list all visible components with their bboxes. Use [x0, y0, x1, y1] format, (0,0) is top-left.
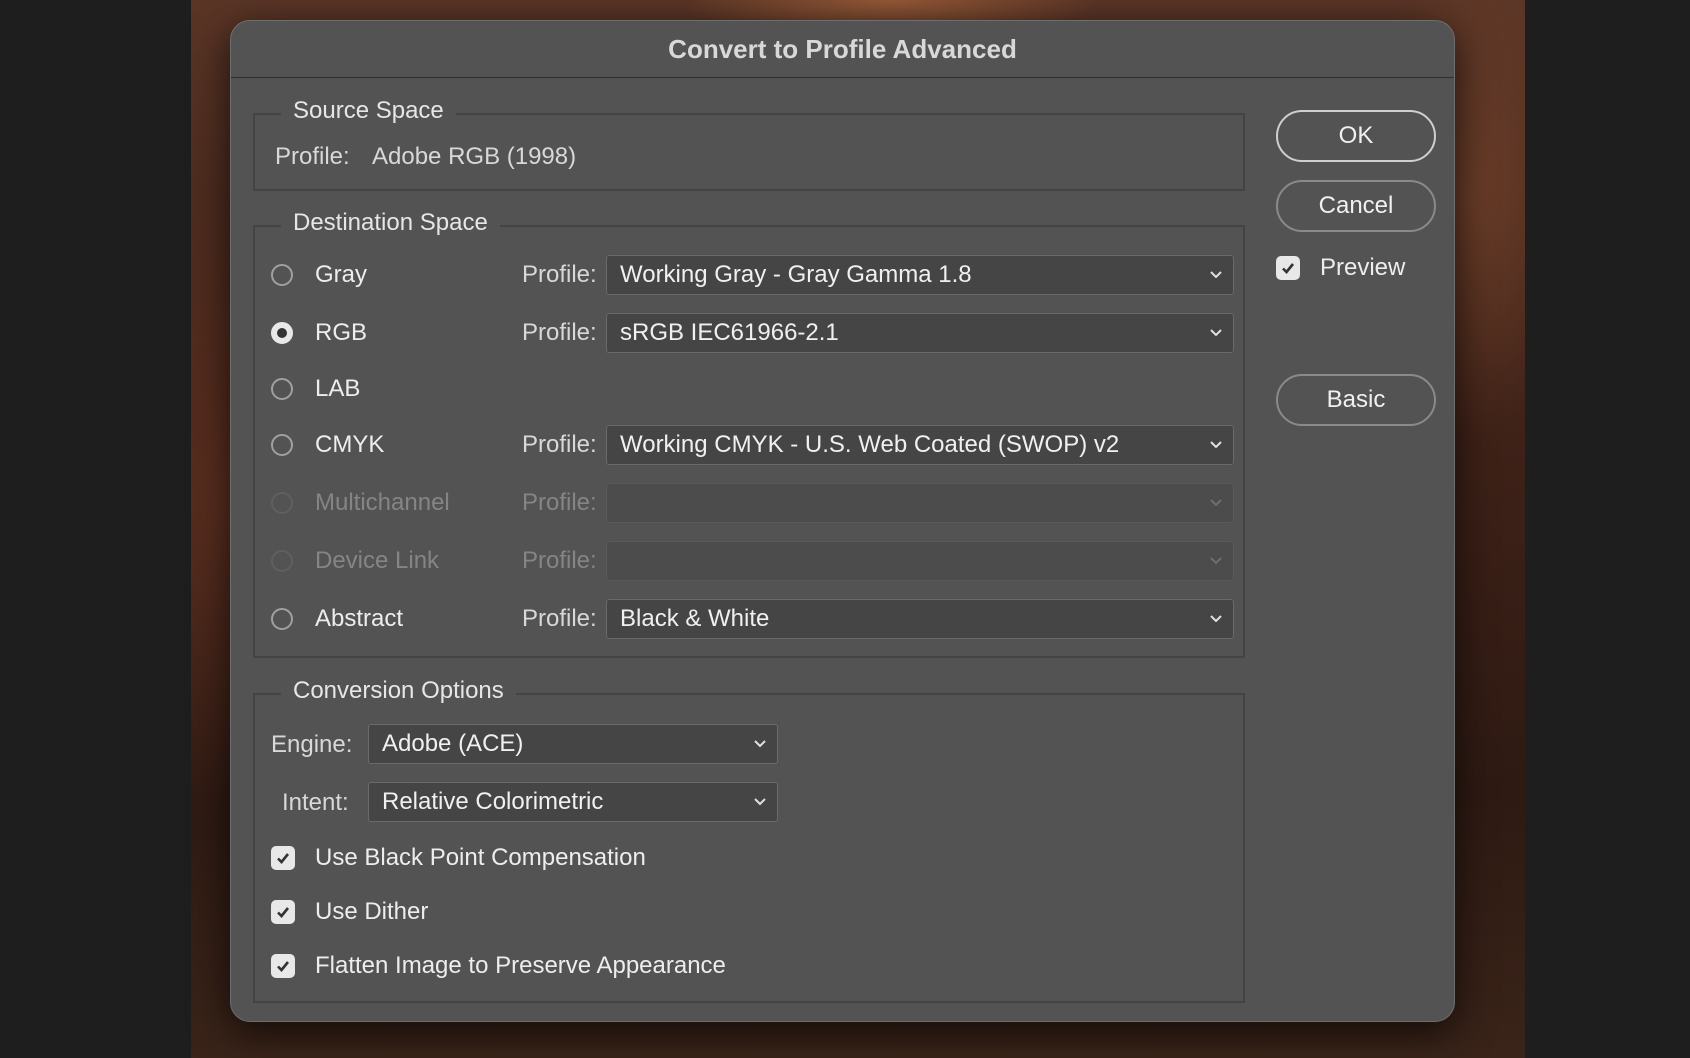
flatten-image-label: Flatten Image to Preserve Appearance	[315, 952, 726, 979]
chevron-down-icon	[1210, 557, 1222, 565]
black-point-compensation-label: Use Black Point Compensation	[315, 844, 646, 871]
abstract-profile-select[interactable]: Black & White	[606, 599, 1234, 639]
convert-to-profile-dialog: Convert to Profile Advanced Source Space…	[230, 20, 1455, 1022]
gray-profile-label: Profile:	[522, 261, 597, 288]
lab-radio[interactable]	[271, 378, 293, 400]
cancel-button[interactable]: Cancel	[1276, 180, 1436, 232]
black-point-compensation-checkbox[interactable]	[271, 846, 295, 870]
device-link-radio	[271, 550, 293, 572]
flatten-image-option: Flatten Image to Preserve Appearance	[271, 945, 726, 987]
basic-button[interactable]: Basic	[1276, 374, 1436, 426]
abstract-label: Abstract	[315, 605, 404, 632]
chevron-down-icon	[754, 798, 766, 806]
intent-value: Relative Colorimetric	[382, 788, 604, 815]
dest-row-cmyk: CMYK Profile: Working CMYK - U.S. Web Co…	[271, 424, 1234, 466]
gray-profile-select[interactable]: Working Gray - Gray Gamma 1.8	[606, 255, 1234, 295]
abstract-profile-label: Profile:	[522, 605, 597, 632]
source-profile-label: Profile:	[275, 143, 350, 170]
device-link-label: Device Link	[315, 547, 440, 574]
dest-row-lab: LAB	[271, 368, 360, 410]
rgb-profile-label: Profile:	[522, 319, 597, 346]
destination-space-title: Destination Space	[281, 209, 500, 237]
intent-select[interactable]: Relative Colorimetric	[368, 782, 778, 822]
dest-row-multichannel: Multichannel Profile:	[271, 482, 1234, 524]
rgb-label: RGB	[315, 319, 368, 346]
dest-row-gray: Gray Profile: Working Gray - Gray Gamma …	[271, 254, 1234, 296]
black-point-compensation-option: Use Black Point Compensation	[271, 837, 646, 879]
rgb-radio[interactable]	[271, 322, 293, 344]
checkmark-icon	[277, 961, 290, 972]
device-link-profile-label: Profile:	[522, 547, 597, 574]
checkmark-icon	[277, 907, 290, 918]
engine-select[interactable]: Adobe (ACE)	[368, 724, 778, 764]
checkmark-icon	[1282, 263, 1295, 274]
intent-label: Intent:	[282, 789, 349, 816]
abstract-radio[interactable]	[271, 608, 293, 630]
source-space-group: Source Space Profile: Adobe RGB (1998)	[253, 97, 1245, 191]
gray-radio[interactable]	[271, 264, 293, 286]
preview-option: Preview	[1276, 254, 1406, 281]
chevron-down-icon	[1210, 615, 1222, 623]
checkmark-icon	[277, 853, 290, 864]
multichannel-label: Multichannel	[315, 489, 450, 516]
dialog-title: Convert to Profile Advanced	[231, 21, 1454, 78]
cmyk-profile-value: Working CMYK - U.S. Web Coated (SWOP) v2	[620, 431, 1120, 458]
dest-row-abstract: Abstract Profile: Black & White	[271, 598, 1234, 640]
chevron-down-icon	[1210, 499, 1222, 507]
multichannel-radio	[271, 492, 293, 514]
cmyk-profile-select[interactable]: Working CMYK - U.S. Web Coated (SWOP) v2	[606, 425, 1234, 465]
conversion-options-title: Conversion Options	[281, 677, 516, 705]
multichannel-profile-select	[606, 483, 1234, 523]
engine-value: Adobe (ACE)	[382, 730, 524, 757]
source-profile-value: Adobe RGB (1998)	[372, 143, 577, 170]
dest-row-device-link: Device Link Profile:	[271, 540, 1234, 582]
cmyk-profile-label: Profile:	[522, 431, 597, 458]
chevron-down-icon	[754, 740, 766, 748]
dest-row-rgb: RGB Profile: sRGB IEC61966-2.1	[271, 312, 1234, 354]
rgb-profile-select[interactable]: sRGB IEC61966-2.1	[606, 313, 1234, 353]
lab-label: LAB	[315, 375, 361, 402]
chevron-down-icon	[1210, 329, 1222, 337]
use-dither-label: Use Dither	[315, 898, 429, 925]
conversion-options-group: Conversion Options Engine: Adobe (ACE) I…	[253, 677, 1245, 1003]
preview-label: Preview	[1320, 254, 1406, 281]
destination-space-group: Destination Space Gray Profile: Working …	[253, 209, 1245, 658]
cmyk-label: CMYK	[315, 431, 385, 458]
gray-label: Gray	[315, 261, 368, 288]
abstract-profile-value: Black & White	[620, 605, 770, 632]
device-link-profile-select	[606, 541, 1234, 581]
ok-button[interactable]: OK	[1276, 110, 1436, 162]
engine-label: Engine:	[271, 731, 353, 758]
gray-profile-value: Working Gray - Gray Gamma 1.8	[620, 261, 972, 288]
use-dither-checkbox[interactable]	[271, 900, 295, 924]
chevron-down-icon	[1210, 441, 1222, 449]
rgb-profile-value: sRGB IEC61966-2.1	[620, 319, 839, 346]
use-dither-option: Use Dither	[271, 891, 428, 933]
source-space-title: Source Space	[281, 97, 456, 125]
chevron-down-icon	[1210, 271, 1222, 279]
multichannel-profile-label: Profile:	[522, 489, 597, 516]
preview-checkbox[interactable]	[1276, 256, 1300, 280]
cmyk-radio[interactable]	[271, 434, 293, 456]
flatten-image-checkbox[interactable]	[271, 954, 295, 978]
